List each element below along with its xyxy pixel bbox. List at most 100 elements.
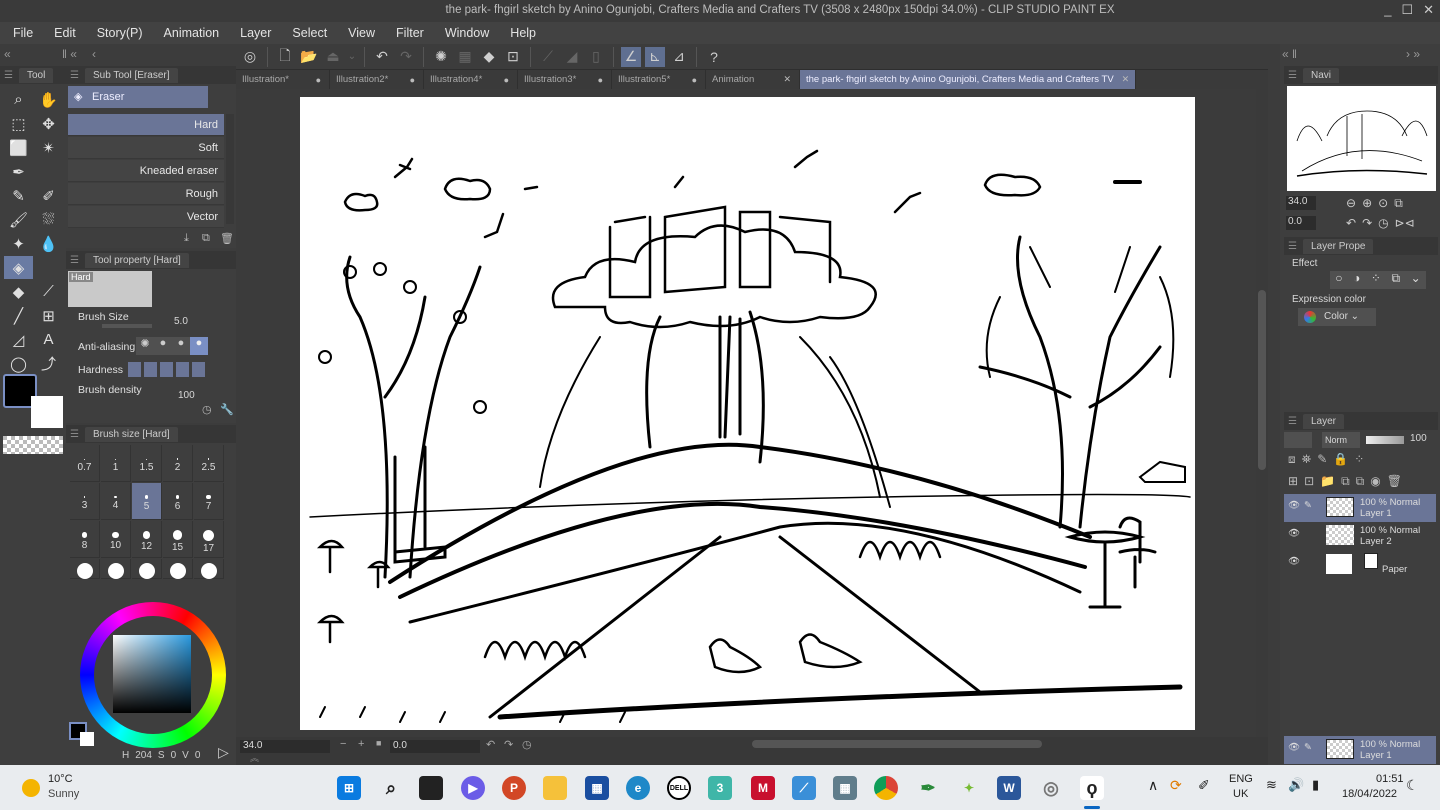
duplicate-icon[interactable]: ⧉ — [202, 232, 210, 245]
tab-illustration2[interactable]: Illustration2* ● — [330, 70, 424, 89]
app-3-icon[interactable]: 3 — [708, 776, 732, 800]
rotate-left-icon[interactable]: ↶ — [486, 738, 495, 751]
tab-the-park[interactable]: the park- fhgirl sketch by Anino Ogunjob… — [800, 70, 1137, 89]
sub-tool-scrollbar[interactable] — [226, 114, 234, 224]
menu-icon[interactable]: ☰ — [1288, 241, 1297, 252]
menu-animation[interactable]: Animation — [163, 26, 230, 40]
snap-special-ruler-icon[interactable]: ⊾ — [645, 46, 665, 67]
redo-icon[interactable]: ↷ — [396, 47, 416, 67]
navigator-tab[interactable]: Navi — [1302, 67, 1339, 83]
sync-icon[interactable]: ⟳ — [1170, 777, 1182, 794]
fill-tool-icon[interactable]: ◆ — [4, 280, 33, 303]
nav-rotate-left-icon[interactable]: ↶ — [1346, 216, 1356, 230]
weather-desc[interactable]: Sunny — [48, 788, 79, 800]
brush-size-preset[interactable]: 5 — [132, 483, 162, 520]
menu-window[interactable]: Window — [444, 26, 499, 40]
correct-line-tool-icon[interactable]: ⤴ — [34, 352, 63, 375]
microsoft-store-icon[interactable]: ▦ — [585, 776, 609, 800]
visibility-eye-icon[interactable]: 👁 — [1288, 556, 1300, 567]
file-explorer-icon[interactable] — [543, 776, 567, 800]
brush-tool-icon[interactable]: 🖌 — [4, 208, 33, 231]
help-icon[interactable]: ? — [704, 47, 724, 67]
fit-icon[interactable]: ■ — [376, 738, 381, 748]
nav-zoom-out-icon[interactable]: ⊖ — [1346, 196, 1356, 211]
nav-zoom-in-icon[interactable]: ⊕ — [1362, 196, 1372, 211]
inkscape-icon[interactable]: ✦ — [957, 776, 981, 800]
brush-vector[interactable]: Vector — [68, 206, 224, 228]
modified-dot-icon[interactable]: ● — [504, 75, 509, 85]
pen-app-icon[interactable]: ✒ — [916, 776, 940, 800]
chevron-left-icon[interactable]: ‹ — [92, 47, 96, 61]
clip-studio-icon[interactable]: ◎ — [1039, 776, 1063, 800]
dock-handle-icon[interactable]: ‖ « — [62, 47, 77, 61]
rotate-right-icon[interactable]: ↷ — [504, 738, 513, 751]
new-vector-layer-icon[interactable]: ⊡ — [1304, 474, 1314, 489]
word-icon[interactable]: W — [997, 776, 1021, 800]
merge-icon[interactable]: ⧉ — [1341, 474, 1350, 489]
collapse-left-icon[interactable]: « — [4, 47, 11, 61]
clock-date[interactable]: 18/04/2022 — [1342, 788, 1397, 800]
menu-select[interactable]: Select — [291, 26, 337, 40]
sub-color-swatch[interactable] — [31, 396, 63, 428]
close-button[interactable]: ✕ — [1423, 2, 1434, 18]
volume-icon[interactable]: 🔊 — [1288, 777, 1304, 793]
dell-icon[interactable]: DELL — [667, 776, 691, 800]
brush-size-preset-large[interactable] — [194, 559, 224, 579]
brush-size-preset[interactable]: 4 — [101, 483, 131, 520]
horizontal-scroll-thumb[interactable] — [752, 740, 1042, 748]
menu-icon[interactable]: ☰ — [1288, 70, 1297, 81]
perspective-icon[interactable]: ◢ — [562, 47, 582, 67]
zoom-in-icon[interactable]: + — [358, 738, 364, 750]
merge-down-icon[interactable]: ⧉ — [1356, 474, 1365, 489]
ruler-icon[interactable]: ⟋ — [538, 47, 558, 67]
tool-property-tab[interactable]: Tool property [Hard] — [84, 252, 189, 268]
language-label[interactable]: ENG — [1229, 773, 1253, 785]
play-icon[interactable]: ▷ — [218, 744, 229, 761]
brush-size-preset-large[interactable] — [132, 559, 162, 579]
lock-alpha-icon[interactable]: ⁘ — [1354, 452, 1364, 467]
menu-icon[interactable]: ☰ — [1288, 416, 1297, 427]
powerpoint-icon[interactable]: P — [502, 776, 526, 800]
anti-aliasing-selector[interactable]: ✺ ● ● ● — [136, 337, 208, 355]
clear-icon[interactable]: ▦ — [455, 47, 475, 67]
brush-size-preset[interactable]: 2.5 — [194, 445, 224, 482]
tab-illustration5[interactable]: Illustration5* ● — [612, 70, 706, 89]
lock-icon[interactable]: 🔒 — [1333, 452, 1348, 467]
blend-mode-dropdown[interactable]: Norm — [1322, 432, 1360, 448]
teams-chat-icon[interactable]: ▶ — [461, 776, 485, 800]
modified-dot-icon[interactable]: ● — [316, 75, 321, 85]
brush-kneaded-eraser[interactable]: Kneaded eraser — [68, 160, 224, 182]
show-hidden-icons[interactable]: ∧ — [1148, 777, 1158, 794]
weather-sun-icon[interactable] — [22, 779, 40, 797]
new-raster-layer-icon[interactable]: ⊞ — [1288, 474, 1298, 489]
effect-buttons[interactable]: ○ ◑ ⁘ ⧉ ⌄ — [1330, 271, 1426, 289]
expand-right-icon[interactable]: › » — [1406, 47, 1420, 61]
layer-property-tab[interactable]: Layer Prope — [1302, 238, 1374, 254]
import-icon[interactable]: ⤓ — [184, 232, 189, 245]
calculator-icon[interactable]: ▦ — [833, 776, 857, 800]
expand-up-icon[interactable]: ︽ — [250, 751, 259, 764]
weather-temp[interactable]: 10°C — [48, 773, 73, 785]
decoration-tool-icon[interactable]: ✦ — [4, 232, 33, 255]
windows-start-icon[interactable]: ⊞ — [337, 776, 361, 800]
brush-rough[interactable]: Rough — [68, 183, 224, 205]
brush-size-preset[interactable]: 12 — [132, 521, 162, 558]
menu-icon[interactable]: ☰ — [4, 70, 13, 81]
fill-icon[interactable]: ◆ — [479, 47, 499, 67]
collapse-right-icon[interactable]: « ‖ — [1282, 47, 1297, 61]
navigator-preview[interactable] — [1287, 86, 1436, 191]
nav-fit-window-icon[interactable]: ⧉ — [1394, 196, 1403, 211]
hand-tool-icon[interactable]: ✋ — [34, 88, 63, 111]
modified-dot-icon[interactable]: ● — [410, 75, 415, 85]
magic-wand-icon[interactable]: ✴ — [34, 136, 63, 159]
reference-icon[interactable]: ⛯ — [1302, 452, 1312, 467]
airbrush-tool-icon[interactable]: ⛆ — [34, 208, 63, 231]
ruler-tool-icon[interactable]: ◿ — [4, 328, 33, 351]
menu-filter[interactable]: Filter — [395, 26, 434, 40]
layer-row[interactable]: 👁 Paper — [1284, 550, 1436, 578]
region-label[interactable]: UK — [1233, 788, 1248, 800]
close-tab-icon[interactable]: ✕ — [783, 74, 791, 85]
tool-tab[interactable]: Tool — [18, 67, 54, 83]
hue-ring[interactable] — [80, 602, 226, 748]
snap-grid-icon[interactable]: ⊿ — [669, 47, 689, 67]
